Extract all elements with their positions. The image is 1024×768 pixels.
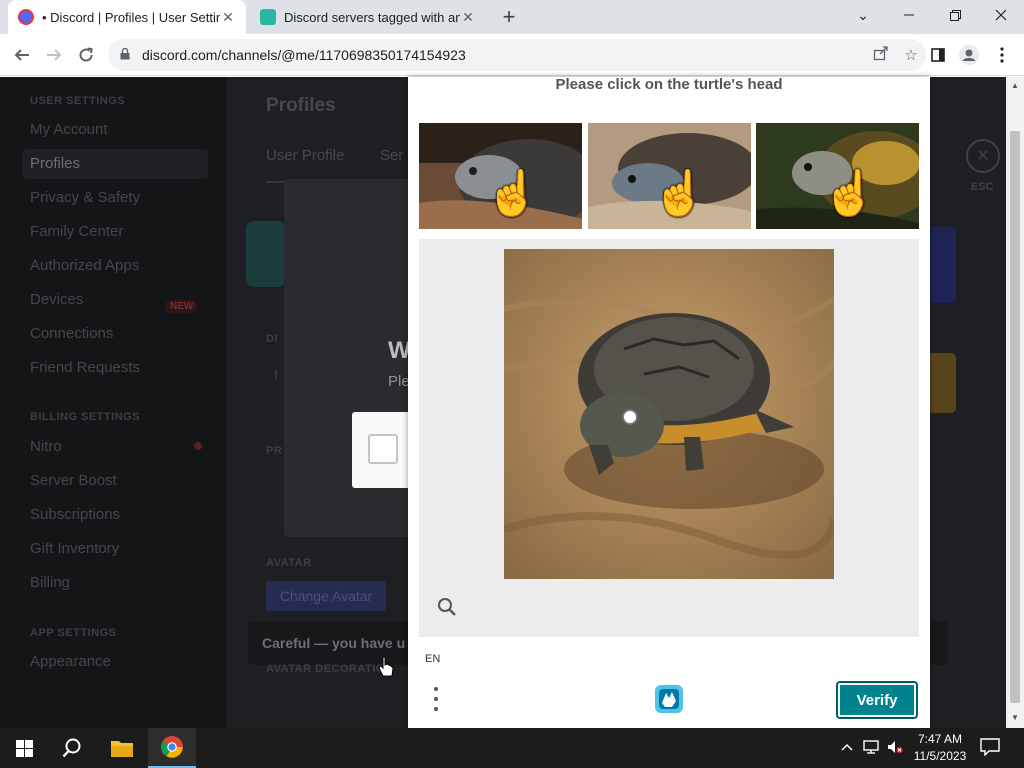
tab-user-profile[interactable]: User Profile (266, 147, 344, 164)
page-scrollbar[interactable]: ▲ ▼ (1006, 77, 1024, 728)
avatar-label: AVATAR (266, 557, 312, 569)
sidebar-item-devices[interactable]: Devices (30, 291, 83, 308)
display-name-value: I (274, 367, 279, 384)
example-image-1: ☝ (419, 123, 582, 229)
challenge-menu-icon[interactable] (430, 687, 442, 715)
hand-pointer-cursor-icon (378, 656, 394, 678)
sidebar-item-my-account[interactable]: My Account (30, 121, 108, 138)
scroll-thumb[interactable] (1010, 131, 1020, 703)
unsaved-changes-text: Careful — you have u (262, 635, 406, 651)
page-title: Profiles (266, 95, 336, 116)
sidebar-header-billing: BILLING SETTINGS (30, 411, 141, 423)
browser-tabstrip: • Discord | Profiles | User Settings ✕ D… (0, 0, 1024, 34)
hcaptcha-logo-icon (653, 683, 685, 715)
turtle-task-image[interactable] (504, 249, 834, 579)
click-marker (622, 409, 638, 425)
profile-avatar-icon[interactable] (958, 44, 980, 66)
minimize-button[interactable] (886, 0, 932, 30)
file-explorer-icon[interactable] (98, 728, 146, 768)
settings-sidebar: USER SETTINGS My Account Profiles Privac… (0, 77, 226, 728)
reload-icon[interactable] (73, 42, 99, 68)
tab-discord-settings[interactable]: • Discord | Profiles | User Settings ✕ (8, 0, 246, 34)
hcaptcha-checkbox[interactable] (368, 434, 398, 464)
windows-taskbar: 7:47 AM 11/5/2023 (0, 728, 1024, 768)
challenge-prompt: Please click on the turtle's head (555, 76, 783, 93)
back-arrow-icon[interactable] (9, 42, 35, 68)
example-hand-cursor-icon: ☝ (652, 169, 707, 218)
sidebar-header-app-settings: APP SETTINGS (30, 627, 117, 639)
sidebar-item-server-boost[interactable]: Server Boost (30, 472, 117, 489)
modal-subtitle: Ple (388, 373, 410, 390)
forward-arrow-icon[interactable] (41, 42, 67, 68)
restore-button[interactable] (932, 0, 978, 30)
change-avatar-button[interactable]: Change Avatar (266, 581, 386, 611)
sidebar-item-gift-inventory[interactable]: Gift Inventory (30, 540, 119, 557)
display-name-label: DI (266, 333, 278, 345)
sidebar-header-user-settings: USER SETTINGS (30, 95, 126, 107)
share-icon[interactable] (866, 45, 896, 65)
example-hand-cursor-icon: ☝ (822, 169, 877, 218)
magnifier-icon[interactable] (437, 597, 457, 617)
chrome-menu-icon[interactable] (991, 44, 1013, 66)
sidebar-item-nitro[interactable]: Nitro (30, 438, 62, 455)
sidebar-item-privacy-safety[interactable]: Privacy & Safety (30, 189, 140, 206)
profile-banner-graphic (246, 221, 286, 287)
challenge-task-area (419, 239, 919, 637)
avatar-decoration-label: AVATAR DECORATIO (266, 663, 385, 675)
close-window-button[interactable] (978, 0, 1024, 30)
language-selector[interactable]: EN (425, 653, 440, 665)
example-image-2: ☝ (588, 123, 751, 229)
clock-date: 11/5/2023 (913, 749, 967, 763)
nitro-notification-dot (194, 442, 202, 450)
windows-start-icon[interactable] (0, 728, 48, 768)
tab-search-chevron-icon[interactable]: ⌄ (840, 0, 886, 30)
lock-icon[interactable] (120, 47, 134, 63)
pronouns-label: PR (266, 445, 283, 457)
sidebar-item-subscriptions[interactable]: Subscriptions (30, 506, 120, 523)
servers-favicon-icon (260, 9, 276, 25)
tab-title: Discord servers tagged with ana (284, 9, 460, 25)
sidebar-item-profiles[interactable]: Profiles (22, 149, 208, 179)
new-tab-button[interactable]: + (498, 6, 520, 28)
tab-close-icon[interactable]: ✕ (460, 9, 476, 26)
scroll-up-arrow-icon[interactable]: ▲ (1010, 81, 1020, 90)
network-icon[interactable] (862, 738, 880, 756)
taskbar-search-icon[interactable] (48, 728, 96, 768)
tray-chevron-up-icon[interactable] (838, 738, 856, 756)
discord-favicon-icon (18, 9, 34, 25)
side-panel-icon[interactable] (927, 44, 949, 66)
address-bar[interactable]: discord.com/channels/@me/117069835017415… (108, 39, 926, 71)
close-settings-button[interactable]: ✕ (966, 139, 1000, 173)
example-image-3: ☝ (756, 123, 919, 229)
system-clock[interactable]: 7:47 AM 11/5/2023 (906, 731, 974, 765)
esc-label: ESC (971, 181, 994, 193)
browser-toolbar: discord.com/channels/@me/117069835017415… (0, 34, 1024, 76)
verify-button[interactable]: Verify (836, 681, 918, 719)
chrome-taskbar-icon[interactable] (148, 728, 196, 768)
sidebar-item-family-center[interactable]: Family Center (30, 223, 123, 240)
volume-muted-icon[interactable] (886, 738, 904, 756)
tab-discord-servers[interactable]: Discord servers tagged with ana ✕ (250, 0, 486, 34)
clock-time: 7:47 AM (917, 732, 963, 746)
sidebar-item-appearance[interactable]: Appearance (30, 653, 111, 670)
sidebar-item-connections[interactable]: Connections (30, 325, 113, 342)
bookmark-star-icon[interactable]: ☆ (896, 46, 926, 64)
tab-server-profiles[interactable]: Ser (380, 147, 403, 164)
new-badge: NEW (166, 300, 198, 313)
hcaptcha-challenge: Please click on the turtle's head ☝ ☝ ☝ … (408, 77, 930, 728)
sidebar-item-authorized-apps[interactable]: Authorized Apps (30, 257, 139, 274)
url-text: discord.com/channels/@me/117069835017415… (142, 47, 466, 63)
notification-center-icon[interactable] (980, 738, 1002, 758)
sidebar-item-billing[interactable]: Billing (30, 574, 70, 591)
example-hand-cursor-icon: ☝ (485, 169, 540, 218)
sidebar-item-friend-requests[interactable]: Friend Requests (30, 359, 140, 376)
scroll-down-arrow-icon[interactable]: ▼ (1010, 713, 1020, 722)
tab-close-icon[interactable]: ✕ (220, 9, 236, 26)
tab-title: • Discord | Profiles | User Settings (42, 9, 220, 25)
